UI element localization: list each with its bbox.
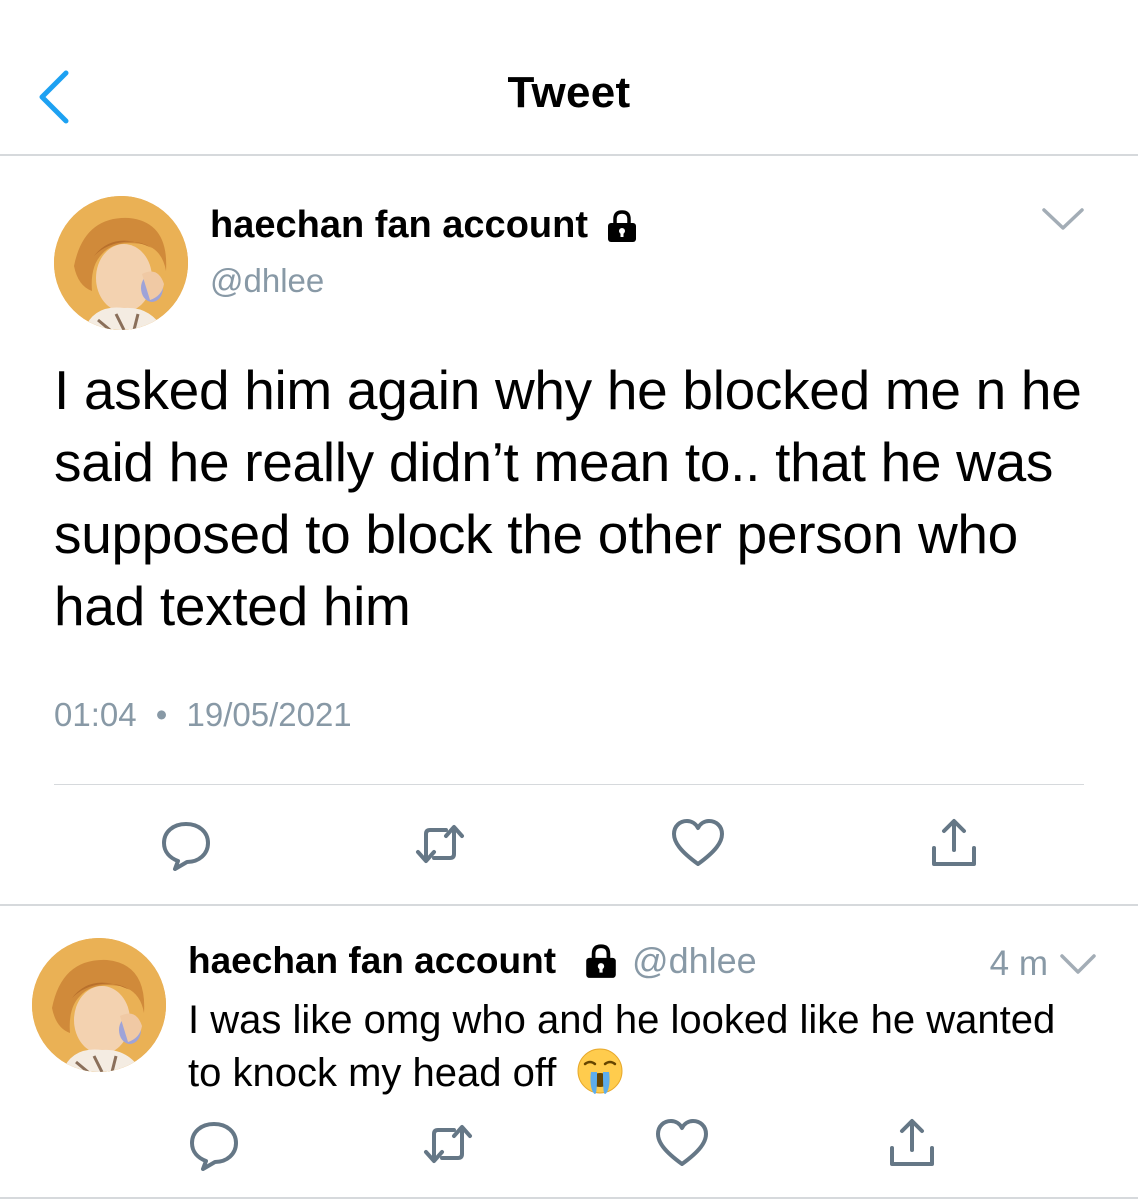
tweet-text: I asked him again why he blocked me n he… [54, 359, 1082, 637]
reply-icon [162, 822, 210, 871]
tweet-time: 01:04 [54, 696, 137, 733]
loudly-crying-face-emoji [577, 1048, 623, 1094]
share-button[interactable] [926, 816, 982, 872]
chevron-down-icon[interactable] [1040, 200, 1086, 240]
retweet-icon [416, 825, 464, 863]
reply-time-ago: 4 m [989, 944, 1048, 983]
like-button[interactable] [654, 1116, 710, 1172]
avatar-image [32, 938, 166, 1072]
share-icon [932, 819, 976, 866]
tweet-action-bar [0, 816, 1138, 876]
meta-separator: • [155, 696, 168, 733]
reply-author-name[interactable]: haechan fan account [188, 940, 556, 982]
retweet-button[interactable] [412, 816, 468, 872]
like-button[interactable] [670, 816, 726, 872]
author-name-text: haechan fan account [210, 204, 588, 246]
author-avatar[interactable] [54, 196, 188, 330]
reply-text: I was like omg who and he looked like he… [188, 994, 1088, 1099]
main-tweet: haechan fan account @dhlee I asked him a… [0, 156, 1138, 906]
tweet-date: 19/05/2021 [186, 696, 352, 733]
retweet-icon [424, 1125, 472, 1163]
divider [54, 784, 1084, 785]
like-icon [656, 1119, 708, 1166]
lock-icon [607, 209, 636, 242]
lock-icon [586, 944, 616, 978]
share-icon [890, 1119, 934, 1166]
top-navigation-bar: Tweet [0, 0, 1138, 156]
author-name[interactable]: haechan fan account [210, 204, 640, 247]
reply-button[interactable] [186, 1116, 242, 1172]
reply-header: haechan fan account @dhlee [188, 940, 757, 982]
reply-author-avatar[interactable] [32, 938, 166, 1072]
divider [0, 1197, 1138, 1199]
retweet-button[interactable] [420, 1116, 476, 1172]
share-button[interactable] [884, 1116, 940, 1172]
avatar-image [54, 196, 188, 330]
page-title: Tweet [507, 68, 631, 117]
reply-author-handle[interactable]: @dhlee [632, 940, 757, 982]
reply-tweet[interactable]: haechan fan account @dhlee 4 m I was lik… [0, 906, 1138, 1200]
author-handle[interactable]: @dhlee [210, 262, 324, 300]
chevron-down-icon[interactable] [1058, 946, 1098, 982]
like-icon [672, 819, 724, 866]
reply-button[interactable] [158, 816, 214, 872]
tweet-timestamp: 01:04 • 19/05/2021 [54, 696, 352, 734]
reply-icon [190, 1122, 238, 1171]
